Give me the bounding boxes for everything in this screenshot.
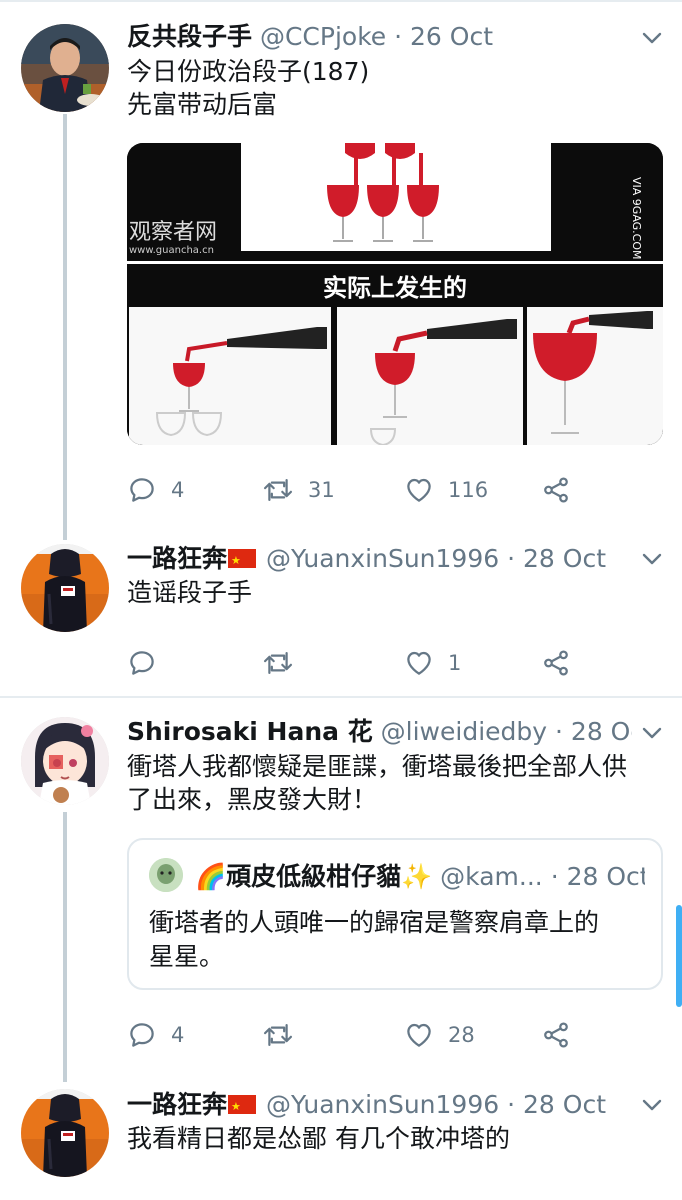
quoted-avatar <box>149 858 183 892</box>
avatar[interactable] <box>21 24 109 112</box>
display-name[interactable]: 一路狂奔 <box>127 1090 227 1119</box>
tweet-image[interactable]: 观察者网 www.guancha.cn VIA 9GAG.COM 实际上发生的 <box>127 143 663 445</box>
quoted-display-name[interactable]: 🌈頑皮低級柑仔貓✨ <box>195 862 432 891</box>
display-name[interactable]: 一路狂奔 <box>127 544 227 573</box>
meme-caption: 实际上发生的 <box>323 274 467 302</box>
display-name[interactable]: Shirosaki Hana 花 <box>127 717 373 746</box>
quoted-tweet-header: 🌈頑皮低級柑仔貓✨ @kam... · 28 Oct <box>149 858 645 893</box>
retweet-icon <box>263 479 293 501</box>
reply-button[interactable] <box>127 645 157 681</box>
quoted-tweet-date: 28 Oct <box>566 862 645 891</box>
tweet-actions: 1 <box>127 645 577 681</box>
china-flag-icon <box>228 545 257 575</box>
thread-line <box>63 812 67 1082</box>
retweet-button[interactable] <box>262 1017 294 1053</box>
tweet-text: 我看精日都是怂鄙 有几个敢冲塔的 <box>127 1124 510 1153</box>
user-handle[interactable]: @liweidiedby <box>381 717 547 746</box>
like-icon <box>407 651 431 675</box>
quoted-user-handle[interactable]: @kam... <box>440 862 543 891</box>
chevron-down-icon[interactable] <box>640 26 664 50</box>
tweet-text: 衝塔人我都懷疑是匪諜，衝塔最後把全部人供 了出來，黑皮發大財！ <box>127 750 654 816</box>
separator: · <box>550 862 559 891</box>
separator: · <box>507 544 516 573</box>
thread-line <box>63 114 67 540</box>
share-icon <box>544 477 568 503</box>
user-handle[interactable]: @CCPjoke <box>260 22 386 51</box>
avatar[interactable] <box>21 1089 109 1177</box>
watermark-url: www.guancha.cn <box>129 245 214 256</box>
display-name[interactable]: 反共段子手 <box>127 22 252 51</box>
quoted-tweet-text: 衝塔者的人頭唯一的歸宿是警察肩章上的 星星。 <box>149 906 633 974</box>
share-button[interactable] <box>541 472 571 508</box>
tweet-divider <box>0 696 682 698</box>
reply-button[interactable]: 4 <box>127 1017 184 1053</box>
tweet-text: 今日份政治段子(187) 先富带动后富 <box>127 55 654 121</box>
reply-icon <box>130 478 154 502</box>
share-icon <box>544 650 568 676</box>
reply-icon <box>130 1023 154 1047</box>
avatar-image <box>21 717 109 805</box>
quoted-tweet[interactable]: 🌈頑皮低級柑仔貓✨ @kam... · 28 Oct 衝塔者的人頭唯一的歸宿是警… <box>127 838 663 990</box>
avatar-image <box>21 544 109 632</box>
tweet-header: 反共段子手 @CCPjoke · 26 Oct <box>127 21 632 53</box>
share-button[interactable] <box>541 1017 571 1053</box>
like-count: 116 <box>448 478 489 502</box>
watermark-logo: 观察者网 <box>129 220 217 245</box>
avatar-image <box>21 24 109 112</box>
watermark-9gag: VIA 9GAG.COM <box>630 177 643 260</box>
separator: · <box>555 717 563 746</box>
retweet-count: 31 <box>308 478 335 502</box>
tweet-date[interactable]: 28 Oct <box>523 544 606 573</box>
tweet-text-line: 了出來，黑皮發大財！ <box>127 785 378 814</box>
tweet-text-line: 衝塔人我都懷疑是匪諜，衝塔最後把全部人供 <box>127 752 628 781</box>
avatar[interactable] <box>21 544 109 632</box>
tweet-text-line: 今日份政治段子(187) <box>127 57 370 86</box>
like-icon <box>407 478 431 502</box>
avatar[interactable] <box>21 717 109 805</box>
chevron-down-icon[interactable] <box>640 1093 664 1117</box>
quoted-text-line: 衝塔者的人頭唯一的歸宿是警察肩章上的 <box>149 908 600 937</box>
like-count: 1 <box>448 651 462 675</box>
tweet-actions: 4 31 116 <box>127 472 577 508</box>
like-button[interactable]: 28 <box>404 1017 475 1053</box>
china-flag-icon <box>228 1091 257 1121</box>
user-handle[interactable]: @YuanxinSun1996 <box>266 1090 499 1119</box>
tweet-date[interactable]: 26 Oct <box>410 22 493 51</box>
quoted-text-line: 星星。 <box>149 942 225 971</box>
tweet-header: 一路狂奔 @YuanxinSun1996 · 28 Oct <box>127 543 632 575</box>
chevron-down-icon[interactable] <box>640 721 664 745</box>
like-button[interactable]: 116 <box>404 472 488 508</box>
scrollbar-thumb[interactable] <box>676 905 682 1007</box>
tweet-text-line: 先富带动后富 <box>127 90 278 119</box>
user-handle[interactable]: @YuanxinSun1996 <box>266 544 499 573</box>
timeline-feed: 反共段子手 @CCPjoke · 26 Oct 今日份政治段子(187) 先富带… <box>0 0 682 1200</box>
tweet-actions: 4 28 <box>127 1017 577 1053</box>
avatar-image <box>21 1089 109 1177</box>
tweet-header: Shirosaki Hana 花 @liweidiedby · 28 Oct <box>127 716 632 748</box>
reply-button[interactable]: 4 <box>127 472 184 508</box>
top-divider <box>0 0 682 2</box>
share-button[interactable] <box>541 645 571 681</box>
retweet-button[interactable]: 31 <box>262 472 335 508</box>
separator: · <box>507 1090 516 1119</box>
tweet-header: 一路狂奔 @YuanxinSun1996 · 28 Oct <box>127 1089 632 1121</box>
separator: · <box>394 22 403 51</box>
retweet-icon <box>263 652 293 674</box>
wine-glasses-meme: 观察者网 www.guancha.cn VIA 9GAG.COM 实际上发生的 <box>127 143 663 445</box>
chevron-down-icon[interactable] <box>640 547 664 571</box>
reply-icon <box>130 651 154 675</box>
reply-count: 4 <box>171 1023 185 1047</box>
like-button[interactable]: 1 <box>404 645 461 681</box>
retweet-button[interactable] <box>262 645 294 681</box>
like-count: 28 <box>448 1023 475 1047</box>
tweet-text: 造谣段子手 <box>127 578 253 607</box>
retweet-icon <box>263 1024 293 1046</box>
tweet-date[interactable]: 28 Oct <box>523 1090 606 1119</box>
reply-count: 4 <box>171 478 185 502</box>
like-icon <box>407 1023 431 1047</box>
share-icon <box>544 1022 568 1048</box>
tweet-date[interactable]: 28 Oct <box>571 717 632 746</box>
